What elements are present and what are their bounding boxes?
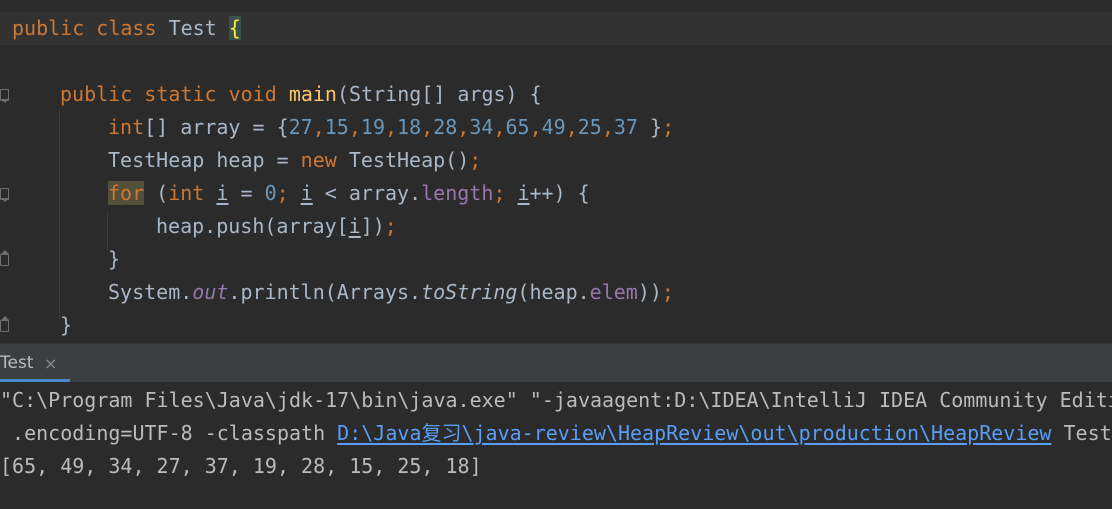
class-name: Test	[168, 16, 217, 40]
keyword-for: for	[108, 181, 145, 205]
keyword-public: public	[60, 82, 133, 106]
classpath-link[interactable]: D:\Java复习\java-review\HeapReview\out\pro…	[337, 421, 1051, 445]
code-text: }	[637, 115, 663, 139]
keyword-new: new	[300, 148, 337, 172]
comma: ,	[312, 115, 325, 139]
code-text: ])	[360, 214, 385, 238]
code-text: ))	[637, 280, 662, 304]
code-text: System.	[108, 280, 193, 304]
code-line-main-method[interactable]: public static void main(String[] args) {	[0, 78, 1112, 111]
keyword-class: class	[96, 16, 157, 40]
comma: ,	[421, 115, 434, 139]
loop-variable: i	[348, 214, 361, 238]
code-text: TestHeap()	[336, 148, 470, 172]
number-literal: 18	[397, 115, 422, 139]
code-line-heap-push[interactable]: heap.push(array[i]);	[0, 210, 1112, 243]
close-brace: }	[108, 247, 121, 271]
static-field-out: out	[192, 280, 229, 304]
method-params: (String[] args) {	[336, 82, 542, 106]
comma: ,	[601, 115, 614, 139]
code-text: (heap.	[517, 280, 590, 304]
code-text: TestHeap heap =	[108, 148, 301, 172]
code-text: .println(Arrays.	[228, 280, 422, 304]
code-text: (	[144, 181, 169, 205]
console-line-output: [65, 49, 34, 27, 37, 19, 28, 15, 25, 18]	[0, 454, 482, 478]
console-text: Test	[1051, 421, 1112, 445]
comma: ,	[348, 115, 361, 139]
comma: ,	[457, 115, 470, 139]
semicolon: ;	[384, 214, 397, 238]
number-literal: 19	[360, 115, 385, 139]
number-literal: 37	[613, 115, 638, 139]
code-text: [] array = {	[144, 115, 289, 139]
semicolon: ;	[493, 181, 506, 205]
static-method-tostring: toString	[421, 280, 518, 304]
code-line-for-loop[interactable]: for (int i = 0; i < array.length; i++) {	[0, 177, 1112, 210]
console-line-command: "C:\Program Files\Java\jdk-17\bin\java.e…	[0, 388, 1112, 412]
number-literal: 28	[433, 115, 458, 139]
number-literal: 34	[469, 115, 494, 139]
number-literal: 0	[264, 181, 277, 205]
semicolon: ;	[662, 115, 675, 139]
close-icon[interactable]: ×	[44, 347, 57, 380]
comma: ,	[493, 115, 506, 139]
run-console[interactable]: "C:\Program Files\Java\jdk-17\bin\java.e…	[0, 382, 1112, 509]
code-text: < array.	[312, 181, 422, 205]
comma: ,	[529, 115, 542, 139]
matched-brace: {	[228, 16, 241, 40]
run-tool-window-tabbar: Test ×	[0, 347, 1112, 383]
console-line-classpath: .encoding=UTF-8 -classpath D:\Java复习\jav…	[0, 417, 1112, 450]
code-editor[interactable]: public class Test { public static void m…	[0, 0, 1112, 343]
code-line-array-init[interactable]: int[] array = {27,15,19,18,28,34,65,49,2…	[0, 111, 1112, 144]
keyword-void: void	[228, 82, 277, 106]
code-text: ++) {	[529, 181, 590, 205]
loop-variable: i	[216, 181, 229, 205]
code-line-class-declaration[interactable]: public class Test {	[0, 12, 1112, 45]
number-literal: 65	[505, 115, 530, 139]
keyword-int: int	[108, 115, 145, 139]
loop-variable: i	[517, 181, 530, 205]
semicolon: ;	[661, 280, 674, 304]
method-name: main	[288, 82, 337, 106]
keyword-static: static	[144, 82, 217, 106]
tab-label: Test	[0, 353, 34, 373]
number-literal: 15	[324, 115, 349, 139]
code-text: =	[228, 181, 265, 205]
console-text: .encoding=UTF-8 -classpath	[0, 421, 338, 445]
semicolon: ;	[469, 148, 482, 172]
keyword-public: public	[12, 16, 85, 40]
semicolon: ;	[276, 181, 289, 205]
close-brace: }	[60, 313, 73, 337]
number-literal: 49	[541, 115, 566, 139]
tab-run-test[interactable]: Test ×	[0, 347, 70, 382]
number-literal: 27	[288, 115, 313, 139]
code-text: heap.push(array[	[156, 214, 349, 238]
code-line-println[interactable]: System.out.println(Arrays.toString(heap.…	[0, 276, 1112, 309]
comma: ,	[385, 115, 398, 139]
code-line-close-brace[interactable]: }	[0, 309, 1112, 342]
keyword-int: int	[168, 181, 205, 205]
field-elem: elem	[589, 280, 638, 304]
code-line-heap-init[interactable]: TestHeap heap = new TestHeap();	[0, 144, 1112, 177]
number-literal: 25	[577, 115, 602, 139]
loop-variable: i	[300, 181, 313, 205]
code-line-close-brace[interactable]: }	[0, 243, 1112, 276]
field-length: length	[421, 181, 494, 205]
comma: ,	[565, 115, 578, 139]
